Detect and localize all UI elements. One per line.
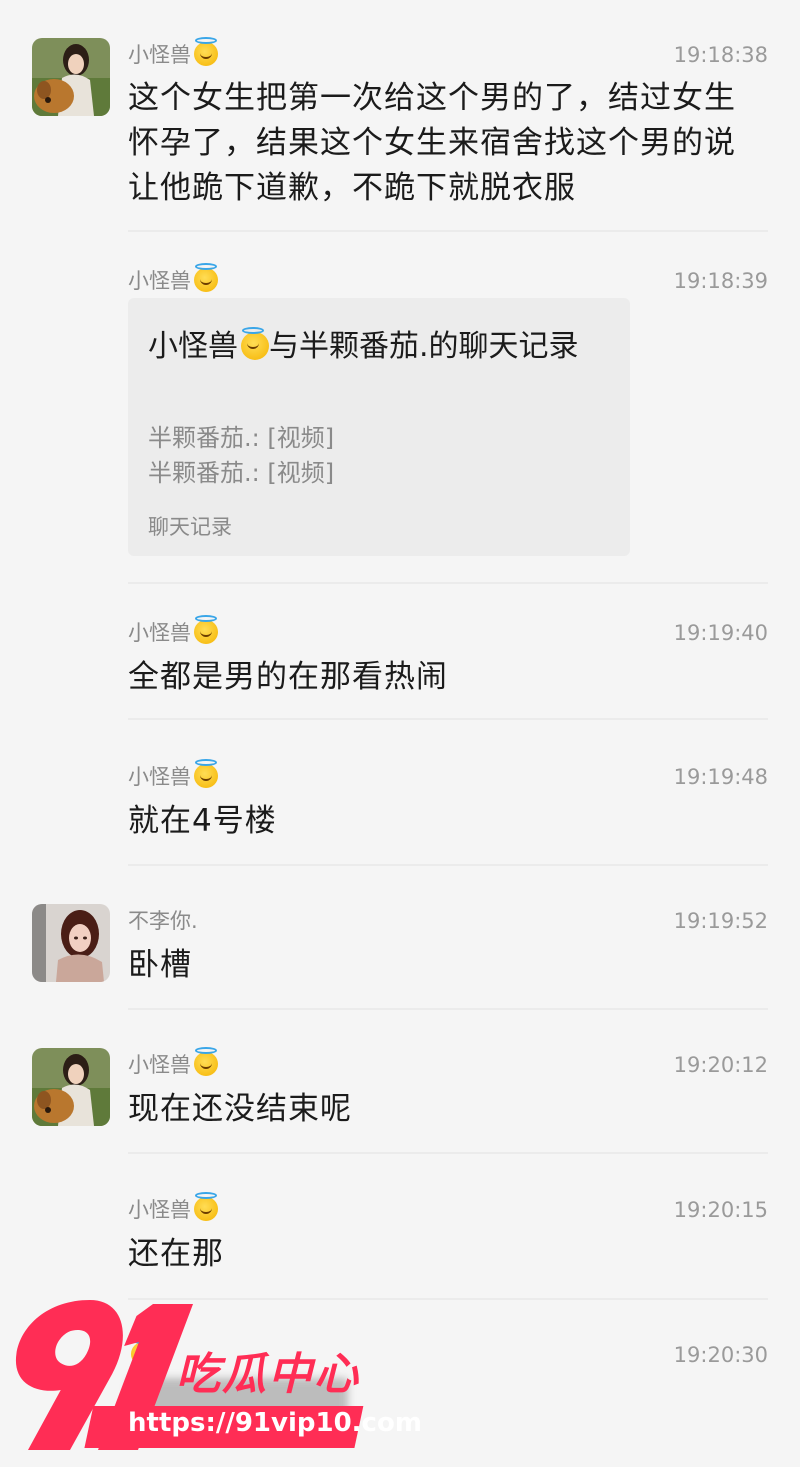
divider [128, 1008, 768, 1010]
message-text[interactable]: 现在还没结束呢 [128, 1087, 758, 1132]
halo-smile-icon [194, 263, 218, 292]
sender-name: 小怪兽 [128, 615, 218, 646]
halo-smile-icon [194, 1192, 218, 1221]
watermark-logo: 吃瓜中心 https://91vip10.com [0, 1290, 422, 1467]
halo-smile-icon [241, 327, 269, 360]
chat-record-line: 半颗番茄.: [视频] [148, 459, 335, 487]
avatar-xiaoguaishou[interactable] [32, 38, 110, 116]
chat-record-title: 小怪兽 与半颗番茄.的聊天记录 [148, 327, 579, 364]
halo-smile-icon [194, 615, 218, 644]
divider [128, 582, 768, 584]
message-text[interactable]: 这个女生把第一次给这个男的了，结过女生怀孕了，结果这个女生来宿舍找这个男的说让他… [128, 76, 758, 211]
chat-record-card[interactable]: 小怪兽 与半颗番茄.的聊天记录 半颗番茄.: [视频] 半颗番茄.: [视频] 聊… [128, 298, 630, 556]
message-time: 19:19:52 [673, 909, 768, 933]
message-time: 19:18:39 [673, 269, 768, 293]
message-time: 19:19:40 [673, 621, 768, 645]
watermark-url: https://91vip10.com [128, 1408, 422, 1438]
sender-name: 不李你. [128, 909, 198, 933]
halo-smile-icon [194, 37, 218, 66]
halo-smile-icon [194, 759, 218, 788]
chat-record-footer: 聊天记录 [148, 515, 232, 539]
message-time: 19:20:12 [673, 1053, 768, 1077]
message-text[interactable]: 就在4号楼 [128, 799, 758, 844]
message-time: 19:20:30 [673, 1343, 768, 1367]
avatar-xiaoguaishou[interactable] [32, 1048, 110, 1126]
divider [128, 230, 768, 232]
divider [128, 864, 768, 866]
message-text[interactable]: 还在那 [128, 1232, 758, 1277]
chat-record-line: 半颗番茄.: [视频] [148, 424, 335, 452]
sender-name: 小怪兽 [128, 1192, 218, 1223]
divider [128, 1152, 768, 1154]
avatar-bulini[interactable] [32, 904, 110, 982]
sender-name: 小怪兽 [128, 263, 218, 294]
message-text[interactable]: 卧槽 [128, 943, 758, 988]
message-time: 19:18:38 [673, 43, 768, 67]
sender-name: 小怪兽 [128, 759, 218, 790]
divider [128, 718, 768, 720]
message-text[interactable]: 全都是男的在那看热闹 [128, 655, 758, 700]
halo-smile-icon [194, 1047, 218, 1076]
message-time: 19:19:48 [673, 765, 768, 789]
watermark-logo-text: 吃瓜中心 [176, 1349, 360, 1400]
sender-name: 小怪兽 [128, 37, 218, 68]
message-time: 19:20:15 [673, 1198, 768, 1222]
sender-name: 小怪兽 [128, 1047, 218, 1078]
